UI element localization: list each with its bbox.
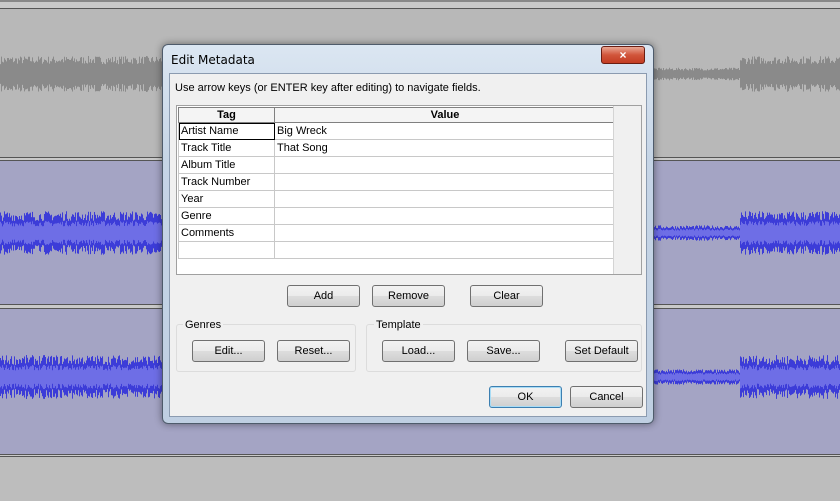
table-row: Genre [178, 207, 616, 225]
dialog-client-area: Use arrow keys (or ENTER key after editi… [169, 73, 647, 417]
add-button[interactable]: Add [287, 285, 360, 307]
table-row: Year [178, 190, 616, 208]
value-cell[interactable] [274, 241, 616, 259]
ok-button[interactable]: OK [489, 386, 562, 408]
template-group-label: Template [374, 319, 423, 331]
clear-button[interactable]: Clear [470, 285, 543, 307]
table-row: Comments [178, 224, 616, 242]
tag-cell[interactable]: Artist Name [178, 122, 275, 140]
table-row: Track Number [178, 173, 616, 191]
metadata-table: Tag Value Artist Name Big Wreck Track Ti… [178, 107, 616, 259]
value-cell[interactable] [274, 224, 616, 242]
genres-group-label: Genres [183, 319, 224, 331]
grid-scrollbar-area[interactable] [613, 106, 641, 274]
column-header-value[interactable]: Value [274, 107, 616, 123]
value-cell[interactable] [274, 173, 616, 191]
table-row [178, 241, 616, 259]
genres-edit-button[interactable]: Edit... [192, 340, 265, 362]
table-row: Track Title That Song [178, 139, 616, 157]
template-save-button[interactable]: Save... [467, 340, 540, 362]
table-row: Album Title [178, 156, 616, 174]
tag-cell[interactable]: Track Number [178, 173, 275, 191]
template-load-button[interactable]: Load... [382, 340, 455, 362]
instruction-text: Use arrow keys (or ENTER key after editi… [175, 82, 481, 94]
remove-button[interactable]: Remove [372, 285, 445, 307]
set-default-button[interactable]: Set Default [565, 340, 638, 362]
empty-track-area [0, 456, 840, 501]
edit-metadata-dialog: Edit Metadata × Use arrow keys (or ENTER… [162, 44, 654, 424]
cancel-button[interactable]: Cancel [570, 386, 643, 408]
close-icon: × [619, 48, 627, 62]
value-cell[interactable] [274, 190, 616, 208]
value-cell[interactable]: Big Wreck [274, 122, 616, 140]
window-top-border [0, 0, 840, 2]
tag-cell[interactable]: Comments [178, 224, 275, 242]
genres-reset-button[interactable]: Reset... [277, 340, 350, 362]
tag-cell[interactable]: Track Title [178, 139, 275, 157]
value-cell[interactable] [274, 207, 616, 225]
tag-cell[interactable] [178, 241, 275, 259]
metadata-grid[interactable]: Tag Value Artist Name Big Wreck Track Ti… [176, 105, 642, 275]
tag-cell[interactable]: Genre [178, 207, 275, 225]
tag-cell[interactable]: Album Title [178, 156, 275, 174]
value-cell[interactable]: That Song [274, 139, 616, 157]
table-row: Artist Name Big Wreck [178, 122, 616, 140]
tag-cell[interactable]: Year [178, 190, 275, 208]
value-cell[interactable] [274, 156, 616, 174]
dialog-title: Edit Metadata [171, 53, 255, 67]
column-header-tag[interactable]: Tag [178, 107, 275, 123]
grid-header-row: Tag Value [178, 107, 616, 123]
close-button[interactable]: × [601, 46, 645, 64]
